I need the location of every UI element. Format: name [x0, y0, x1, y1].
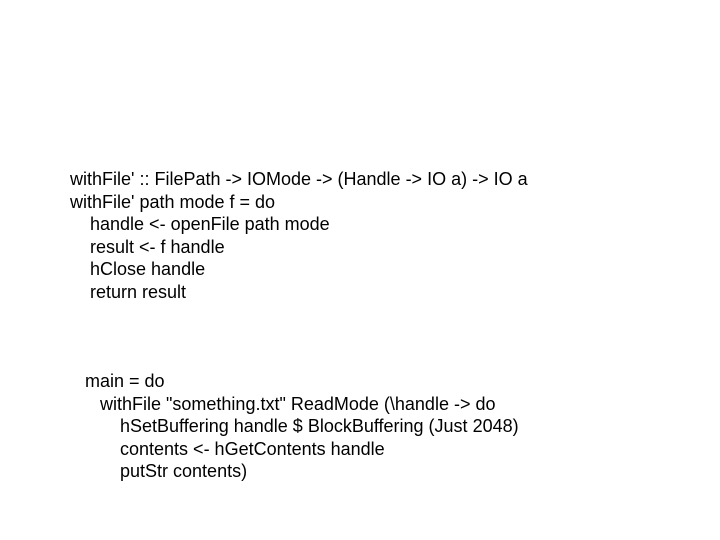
- code-line: withFile "something.txt" ReadMode (\hand…: [80, 394, 496, 414]
- code-line: withFile' path mode f = do: [70, 192, 275, 212]
- code-line: return result: [70, 282, 186, 302]
- code-line: hClose handle: [70, 259, 205, 279]
- code-block-main: main = do withFile "something.txt" ReadM…: [80, 370, 519, 483]
- code-line: main = do: [80, 371, 165, 391]
- slide: withFile' :: FilePath -> IOMode -> (Hand…: [0, 0, 720, 540]
- code-line: result <- f handle: [70, 237, 225, 257]
- code-line: handle <- openFile path mode: [70, 214, 330, 234]
- code-line: hSetBuffering handle $ BlockBuffering (J…: [80, 416, 519, 436]
- code-line: contents <- hGetContents handle: [80, 439, 385, 459]
- code-line: putStr contents): [80, 461, 247, 481]
- code-line: withFile' :: FilePath -> IOMode -> (Hand…: [70, 169, 528, 189]
- code-block-withfile: withFile' :: FilePath -> IOMode -> (Hand…: [70, 168, 528, 303]
